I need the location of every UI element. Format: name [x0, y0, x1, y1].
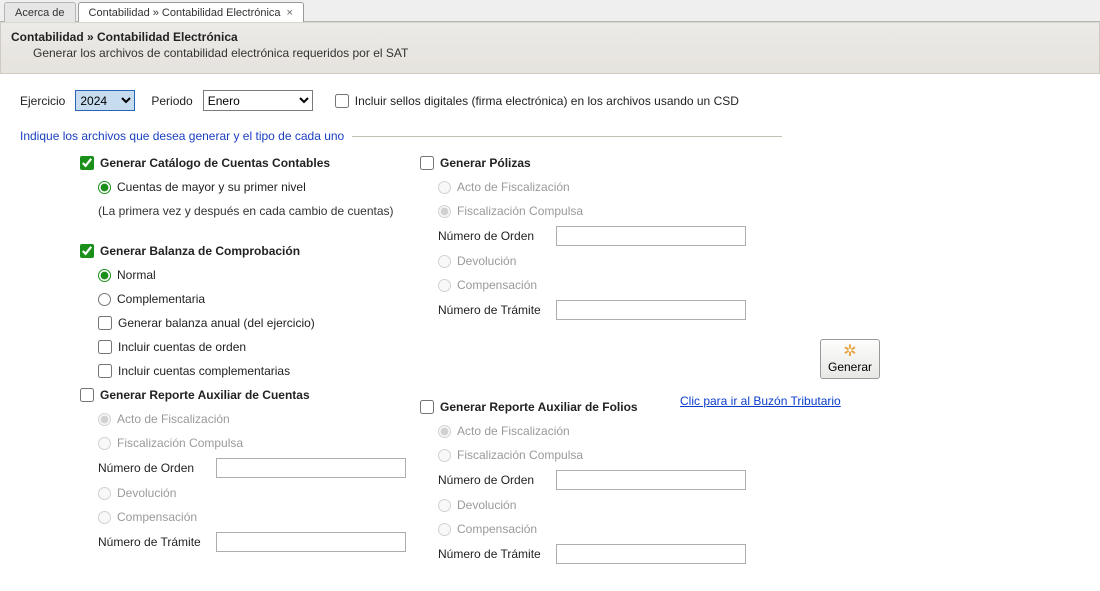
- auxf-compens: Compensación: [457, 522, 537, 536]
- auxf-norden-input[interactable]: [556, 470, 746, 490]
- pol-fiscal: Acto de Fiscalización: [457, 180, 570, 194]
- divider: [352, 136, 782, 137]
- ejercicio-label: Ejercicio: [20, 94, 65, 108]
- aux-cuentas-title: Generar Reporte Auxiliar de Cuentas: [100, 388, 310, 402]
- page-header: Contabilidad » Contabilidad Electrónica …: [0, 22, 1100, 74]
- auxc-devol: Devolución: [117, 486, 176, 500]
- incluir-orden: Incluir cuentas de orden: [118, 340, 246, 354]
- auxc-norden-input[interactable]: [216, 458, 406, 478]
- balanza-anual-checkbox[interactable]: [98, 316, 112, 330]
- balanza-normal: Normal: [117, 268, 156, 282]
- auxf-devol-radio: [438, 499, 451, 512]
- auxc-ntram-label: Número de Trámite: [98, 535, 208, 549]
- pol-compulsa: Fiscalización Compulsa: [457, 204, 583, 218]
- aux-folios-title: Generar Reporte Auxiliar de Folios: [440, 400, 638, 414]
- auxc-compulsa-radio: [98, 437, 111, 450]
- catalogo-opt1: Cuentas de mayor y su primer nivel: [117, 180, 306, 194]
- balanza-anual: Generar balanza anual (del ejercicio): [118, 316, 315, 330]
- tab-contabilidad-label: Contabilidad » Contabilidad Electrónica: [89, 3, 281, 23]
- catalogo-title: Generar Catálogo de Cuentas Contables: [100, 156, 330, 170]
- auxc-fiscal-radio: [98, 413, 111, 426]
- auxc-ntram-input[interactable]: [216, 532, 406, 552]
- incluir-orden-checkbox[interactable]: [98, 340, 112, 354]
- auxf-norden-label: Número de Orden: [438, 473, 548, 487]
- auxf-compulsa-radio: [438, 449, 451, 462]
- periodo-label: Periodo: [151, 94, 192, 108]
- auxf-ntram-label: Número de Trámite: [438, 547, 548, 561]
- tab-about-label: Acerca de: [15, 3, 65, 23]
- pol-compulsa-radio: [438, 205, 451, 218]
- pol-ntram-label: Número de Trámite: [438, 303, 548, 317]
- pol-ntram-input[interactable]: [556, 300, 746, 320]
- pol-devol-radio: [438, 255, 451, 268]
- pol-devol: Devolución: [457, 254, 516, 268]
- auxf-ntram-input[interactable]: [556, 544, 746, 564]
- polizas-checkbox[interactable]: [420, 156, 434, 170]
- pol-fiscal-radio: [438, 181, 451, 194]
- pol-compens-radio: [438, 279, 451, 292]
- auxc-norden-label: Número de Orden: [98, 461, 208, 475]
- auxf-compulsa: Fiscalización Compulsa: [457, 448, 583, 462]
- auxf-fiscal: Acto de Fiscalización: [457, 424, 570, 438]
- catalogo-checkbox[interactable]: [80, 156, 94, 170]
- incluir-csd-label: Incluir sellos digitales (firma electrón…: [355, 94, 739, 108]
- catalogo-opt1-radio[interactable]: [98, 181, 111, 194]
- generar-button[interactable]: ✲ Generar: [820, 339, 880, 379]
- polizas-title: Generar Pólizas: [440, 156, 531, 170]
- fieldset-legend: Indique los archivos que desea generar y…: [20, 129, 344, 143]
- tab-strip: Acerca de Contabilidad » Contabilidad El…: [0, 0, 1100, 22]
- auxf-fiscal-radio: [438, 425, 451, 438]
- auxc-compulsa: Fiscalización Compulsa: [117, 436, 243, 450]
- balanza-complementaria: Complementaria: [117, 292, 205, 306]
- buzon-link[interactable]: Clic para ir al Buzón Tributario: [680, 394, 841, 408]
- incluir-complementarias-checkbox[interactable]: [98, 364, 112, 378]
- auxc-devol-radio: [98, 487, 111, 500]
- periodo-select[interactable]: Enero: [203, 90, 313, 111]
- balanza-normal-radio[interactable]: [98, 269, 111, 282]
- auxc-fiscal: Acto de Fiscalización: [117, 412, 230, 426]
- page-subtitle: Generar los archivos de contabilidad ele…: [33, 45, 1089, 61]
- balanza-complementaria-radio[interactable]: [98, 293, 111, 306]
- page-title: Contabilidad » Contabilidad Electrónica: [11, 29, 1089, 45]
- balanza-checkbox[interactable]: [80, 244, 94, 258]
- catalogo-hint: (La primera vez y después en cada cambio…: [98, 204, 394, 218]
- tab-contabilidad[interactable]: Contabilidad » Contabilidad Electrónica …: [78, 2, 304, 22]
- pol-norden-label: Número de Orden: [438, 229, 548, 243]
- incluir-csd-checkbox[interactable]: [335, 94, 349, 108]
- tab-about[interactable]: Acerca de: [4, 2, 76, 22]
- auxc-compens-radio: [98, 511, 111, 524]
- pol-compens: Compensación: [457, 278, 537, 292]
- auxf-devol: Devolución: [457, 498, 516, 512]
- auxc-compens: Compensación: [117, 510, 197, 524]
- ejercicio-select[interactable]: 2024: [75, 90, 135, 111]
- aux-cuentas-checkbox[interactable]: [80, 388, 94, 402]
- balanza-title: Generar Balanza de Comprobación: [100, 244, 300, 258]
- pol-norden-input[interactable]: [556, 226, 746, 246]
- auxf-compens-radio: [438, 523, 451, 536]
- gear-icon: ✲: [843, 344, 856, 360]
- generar-label: Generar: [828, 360, 872, 374]
- close-icon[interactable]: ×: [287, 3, 293, 23]
- aux-folios-checkbox[interactable]: [420, 400, 434, 414]
- incluir-complementarias: Incluir cuentas complementarias: [118, 364, 290, 378]
